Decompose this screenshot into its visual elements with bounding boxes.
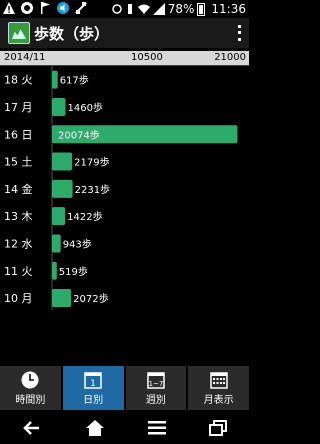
day-label: 18 火 — [4, 74, 33, 87]
sound-icon — [57, 2, 69, 14]
gps-icon — [75, 2, 87, 14]
wifi-icon — [137, 4, 150, 14]
step-value-label: 2179歩 — [74, 156, 109, 169]
status-icons — [2, 1, 88, 15]
step-value-label: 943歩 — [63, 237, 92, 250]
app-logo-icon — [8, 22, 30, 44]
tab-daily[interactable]: 1 日別 — [62, 366, 124, 410]
step-bar[interactable] — [52, 234, 61, 253]
step-value-label: 20074歩 — [58, 128, 100, 141]
day-label: 14 金 — [4, 182, 33, 196]
step-bar[interactable] — [52, 207, 66, 226]
status-right: 78% 11:36 — [111, 1, 246, 17]
day-label: 17 月 — [4, 101, 33, 114]
warning-icon — [3, 2, 15, 14]
vibrate-icon — [127, 4, 132, 14]
page-title: 歩数（歩） — [34, 25, 110, 43]
day-label: 15 土 — [4, 156, 33, 169]
axis-tick-mid: 10500 — [131, 52, 163, 63]
step-bar[interactable] — [52, 97, 66, 116]
step-bar[interactable] — [52, 261, 57, 280]
battery-percent: 78% — [167, 2, 195, 16]
menu-icon[interactable] — [148, 421, 167, 435]
day-label: 16 日 — [4, 128, 33, 141]
calendar-day-icon: 1 — [84, 372, 102, 389]
month-label: 2014/11 — [4, 52, 46, 63]
phone-icon — [21, 2, 33, 14]
tab-label: 時間別 — [15, 395, 46, 406]
svg-text:1: 1 — [90, 379, 96, 389]
menu-dot-icon — [237, 24, 241, 28]
step-value-label: 617歩 — [60, 74, 89, 87]
app-bar: 歩数（歩） — [0, 18, 249, 48]
status-bar: 78% 11:36 — [0, 0, 249, 18]
day-label: 11 火 — [4, 265, 33, 278]
calendar-week-icon: 1~7 — [147, 372, 165, 389]
flag-icon — [41, 2, 50, 14]
step-bar[interactable] — [52, 152, 73, 171]
step-bar[interactable] — [52, 179, 73, 198]
battery-icon — [197, 2, 206, 16]
signal-icon — [152, 3, 165, 15]
calendar-month-icon — [209, 372, 228, 389]
axis-tick-max: 21000 — [214, 52, 246, 63]
day-label: 12 水 — [4, 237, 33, 250]
day-label: 13 木 — [4, 210, 33, 223]
tab-label: 月表示 — [203, 395, 234, 406]
home-icon[interactable] — [85, 419, 105, 437]
svg-text:1~7: 1~7 — [148, 380, 163, 388]
view-tabs: 時間別 1 日別 1~7 週別 月表示 — [0, 366, 249, 410]
step-value-label: 1460歩 — [67, 101, 102, 114]
tab-weekly[interactable]: 1~7 週別 — [125, 366, 187, 410]
tab-hourly[interactable]: 時間別 — [0, 366, 61, 410]
day-label: 10 月 — [4, 292, 33, 305]
back-icon[interactable] — [22, 420, 42, 436]
clock-icon — [21, 371, 39, 389]
step-bar[interactable] — [52, 289, 72, 308]
menu-dot-icon — [237, 38, 241, 42]
step-value-label: 2072歩 — [73, 292, 108, 305]
navigation-bar — [0, 412, 249, 444]
menu-dot-icon — [237, 31, 241, 35]
tab-label: 週別 — [145, 395, 166, 406]
daily-steps-chart: 18 火 617歩 17 月 1460歩 16 日 20074歩 15 土 2179歩 14 金… — [4, 66, 238, 310]
step-bar[interactable] — [52, 70, 58, 89]
step-value-label: 519歩 — [59, 265, 88, 278]
recent-apps-icon[interactable] — [209, 420, 228, 436]
overflow-menu-button[interactable] — [235, 23, 243, 43]
tab-label: 日別 — [83, 395, 104, 406]
clock-time: 11:36 — [211, 2, 246, 16]
tab-monthly[interactable]: 月表示 — [188, 366, 249, 410]
alarm-icon — [111, 4, 122, 14]
step-value-label: 2231歩 — [75, 183, 110, 196]
step-value-label: 1422歩 — [67, 210, 102, 223]
axis-header: 2014/11 10500 21000 — [0, 51, 249, 65]
